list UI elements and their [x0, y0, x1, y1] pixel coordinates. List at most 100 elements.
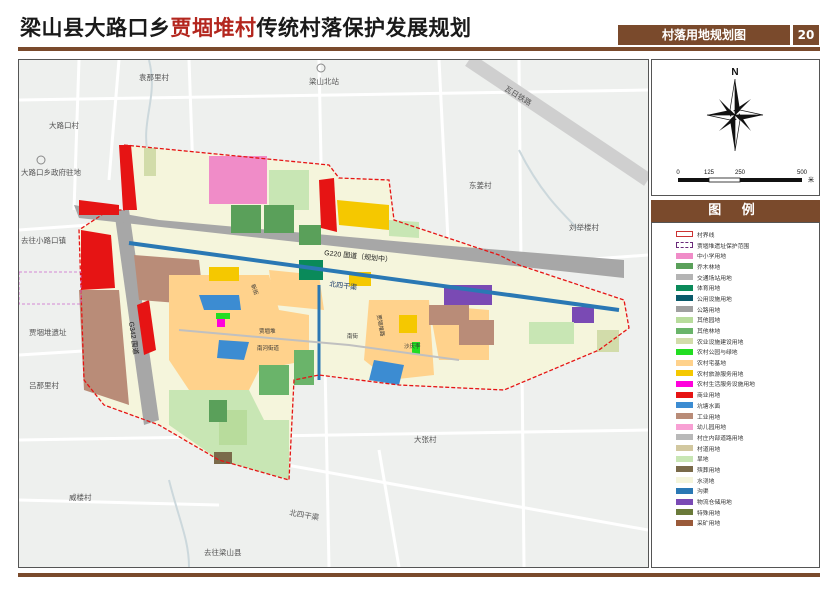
legend-swatch: [676, 231, 693, 238]
label-lvna: 吕那里村: [29, 380, 59, 390]
label-jiagudui-site: 贾堌堆遗址: [29, 327, 67, 337]
legend-label: 农村公园与绿地: [697, 350, 738, 357]
legend-swatch: [676, 519, 693, 526]
title-suffix: 传统村落保护发展规划: [256, 16, 472, 40]
label-shaqing: 沙庆李: [404, 342, 421, 350]
legend-swatch: [676, 306, 693, 313]
legend-item: 农业设施建设用地: [676, 336, 755, 347]
scale-tick-0: 0: [676, 170, 680, 176]
legend-heading: 图 例: [651, 200, 820, 222]
legend-label: 农村宅基地: [697, 361, 726, 368]
legend-swatch: [676, 455, 693, 462]
legend-list: 村界线 贾堌堆遗址保护范围 中小学用地 乔木林地 交通场站用地 体育用地 公用设施用地 公路用…: [676, 229, 755, 528]
legend-item: 其他园地: [676, 315, 755, 326]
legend-item: 采矿用地: [676, 518, 755, 529]
legend-label: 交通场站用地: [697, 275, 732, 282]
legend-label: 沟渠: [697, 489, 709, 496]
legend-item: 农村生活服务设施用地: [676, 379, 755, 390]
legend-item: 物流仓储用地: [676, 496, 755, 507]
legend-item: 村道用地: [676, 443, 755, 454]
legend-label: 贾堌堆遗址保护范围: [697, 243, 750, 250]
legend-item: 贾堌堆遗址保护范围: [676, 240, 755, 251]
legend-swatch: [676, 316, 693, 323]
legend-item: 村庄内部道路用地: [676, 432, 755, 443]
map-canvas: 袁那里村 梁山北站 瓦日铁路 大路口村 大路口乡政府驻地 东姜村 刘举楼村 去往…: [19, 60, 648, 567]
title-prefix: 梁山县大路口乡: [20, 16, 171, 40]
label-yuanna: 袁那里村: [139, 72, 169, 82]
legend-swatch: [676, 359, 693, 366]
legend-item: 坑塘水面: [676, 400, 755, 411]
legend-swatch: [676, 242, 693, 249]
legend-swatch: [676, 487, 693, 494]
legend-label: 特殊用地: [697, 510, 721, 517]
label-to-daluko-town: 去往小路口镇: [21, 235, 66, 245]
compass-rose-icon: [706, 78, 764, 152]
legend-swatch: [676, 413, 693, 420]
legend-label: 水浇地: [697, 478, 715, 485]
legend-label: 农村旅游服务用地: [697, 371, 744, 378]
legend-swatch: [676, 338, 693, 345]
label-dongjiang: 东姜村: [469, 180, 492, 190]
label-gov: 大路口乡政府驻地: [21, 167, 81, 177]
legend-item: 体育用地: [676, 282, 755, 293]
legend-label: 公用设施用地: [697, 296, 732, 303]
legend-label: 幼儿园用地: [697, 425, 726, 432]
legend-label: 工业用地: [697, 414, 721, 421]
legend-swatch: [676, 434, 693, 441]
legend-swatch: [676, 295, 693, 302]
legend-label: 体育用地: [697, 286, 721, 293]
scale-bar: [678, 177, 802, 183]
legend-item: 农村宅基地: [676, 357, 755, 368]
legend-item: 交通场站用地: [676, 272, 755, 283]
legend-item: 农村旅游服务用地: [676, 368, 755, 379]
legend-swatch: [676, 466, 693, 473]
legend-item: 公用设施用地: [676, 293, 755, 304]
north-label: N: [731, 67, 738, 78]
compass-graphic: N 0 125 250 500 米: [676, 67, 814, 184]
legend-swatch: [676, 348, 693, 355]
compass-panel: N 0 125 250 500 米: [651, 59, 820, 196]
label-liuju: 刘举楼村: [569, 222, 599, 232]
label-jiagu-village: 贾堌堆: [259, 327, 276, 335]
legend-swatch: [676, 327, 693, 334]
page-title: 梁山县大路口乡贾堌堆村传统村落保护发展规划: [20, 12, 472, 42]
legend-swatch: [676, 445, 693, 452]
legend-item: 公路用地: [676, 304, 755, 315]
label-lianshan-north: 梁山北站: [309, 76, 339, 86]
legend-label: 乔木林地: [697, 264, 721, 271]
legend-swatch: [676, 477, 693, 484]
legend-item: 旱地: [676, 453, 755, 464]
legend-label: 其他园地: [697, 318, 721, 325]
bottom-divider: [18, 573, 820, 577]
page-number: 20: [793, 25, 819, 45]
header: 梁山县大路口乡贾堌堆村传统村落保护发展规划 村落用地规划图 20: [0, 0, 837, 46]
legend-item: 乔木林地: [676, 261, 755, 272]
legend-label: 物流仓储用地: [697, 500, 732, 507]
legend-label: 殡葬用地: [697, 467, 721, 474]
legend-item: 村界线: [676, 229, 755, 240]
top-divider: [18, 47, 820, 51]
legend-swatch: [676, 423, 693, 430]
legend-item: 殡葬用地: [676, 464, 755, 475]
legend-swatch: [676, 252, 693, 259]
legend-item: 其他林地: [676, 325, 755, 336]
legend-label: 商业用地: [697, 393, 721, 400]
legend-panel: 村界线 贾堌堆遗址保护范围 中小学用地 乔木林地 交通场站用地 体育用地 公用设施用地 公路用…: [651, 222, 820, 568]
land-use-map[interactable]: 袁那里村 梁山北站 瓦日铁路 大路口村 大路口乡政府驻地 东姜村 刘举楼村 去往…: [18, 59, 649, 568]
legend-swatch: [676, 509, 693, 516]
legend-swatch: [676, 498, 693, 505]
label-weilou: 威楼村: [69, 492, 92, 502]
legend-swatch: [676, 370, 693, 377]
legend-swatch: [676, 380, 693, 387]
legend-label: 农村生活服务设施用地: [697, 382, 755, 389]
legend-item: 农村公园与绿地: [676, 347, 755, 358]
legend-item: 沟渠: [676, 486, 755, 497]
legend-label: 村庄内部道路用地: [697, 435, 744, 442]
scale-tick-2: 250: [735, 170, 746, 176]
label-to-lianshan: 去往梁山县: [204, 547, 242, 557]
legend-label: 村界线: [697, 232, 715, 239]
legend-label: 采矿用地: [697, 521, 721, 528]
map-name-badge: 村落用地规划图: [618, 25, 790, 45]
legend-label: 公路用地: [697, 307, 721, 314]
legend-label: 坑塘水面: [697, 403, 721, 410]
